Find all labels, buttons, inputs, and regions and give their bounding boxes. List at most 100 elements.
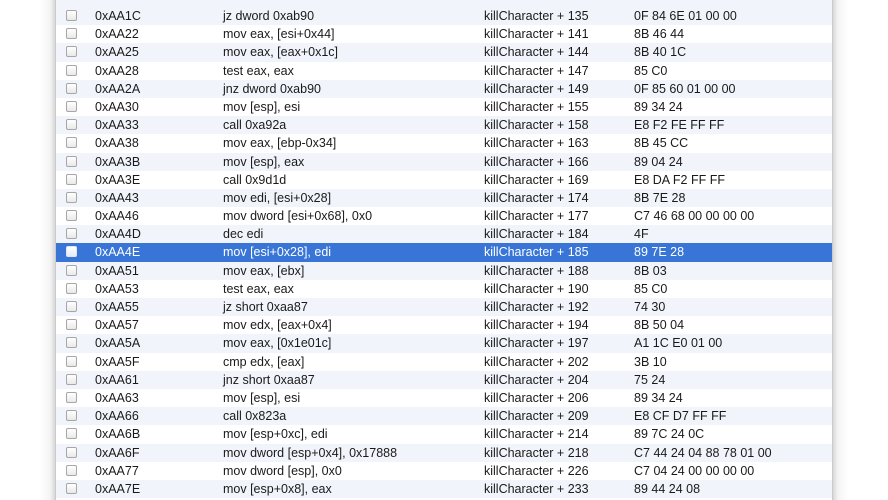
symbol-cell: killCharacter + 206	[484, 390, 589, 405]
breakpoint-checkbox[interactable]	[66, 246, 77, 258]
breakpoint-checkbox[interactable]	[66, 391, 77, 403]
symbol-cell: killCharacter + 218	[484, 445, 589, 460]
instruction-cell: mov [esp+0xc], edi	[223, 427, 328, 442]
instruction-cell: mov dword [esp+0x4], 0x17888	[223, 445, 398, 460]
table-row[interactable]: 0xAA28 test eax, eax killCharacter + 147 85…	[56, 61, 832, 80]
breakpoint-checkbox[interactable]	[66, 137, 77, 149]
breakpoint-checkbox[interactable]	[66, 373, 77, 385]
bytes-cell: 89 04 24	[634, 154, 683, 169]
address-cell: 0xAA46	[95, 209, 139, 224]
table-row[interactable]: 0xAA30 mov [esp], esi killCharacter + 155 8…	[56, 97, 832, 117]
table-row[interactable]: 0xAA6B mov [esp+0xc], edi killCharacter + …	[56, 425, 832, 444]
symbol-cell: killCharacter + 204	[484, 372, 589, 387]
instruction-cell: jz short 0xaa87	[223, 300, 308, 314]
breakpoint-checkbox[interactable]	[66, 228, 77, 240]
bytes-cell: C7 46 68 00 00 00 00	[634, 209, 755, 224]
table-row[interactable]: 0xAA57 mov edx, [eax+0x4] killCharacter + …	[56, 316, 832, 335]
table-row[interactable]: 0xAA66 call 0x823a killCharacter + 209 E8 C…	[56, 407, 832, 426]
symbol-cell: killCharacter + 197	[484, 336, 589, 351]
table-row[interactable]: 0xAA5A mov eax, [0x1e01c] killCharacter + …	[56, 334, 832, 353]
breakpoint-checkbox[interactable]	[66, 264, 77, 276]
address-cell: 0xAA30	[95, 99, 139, 114]
table-row[interactable]: 0xAA51 mov eax, [ebx] killCharacter + 188 8…	[56, 261, 832, 280]
address-cell: 0xAA5F	[95, 354, 140, 369]
address-cell: 0xAA6B	[95, 427, 141, 442]
table-row[interactable]: 0xAA7E mov [esp+0x8], eax killCharacter + …	[56, 479, 832, 499]
table-row[interactable]: 0xAA77 mov dword [esp], 0x0 killCharacter …	[56, 461, 832, 480]
breakpoint-checkbox[interactable]	[66, 100, 77, 112]
breakpoint-checkbox[interactable]	[66, 319, 77, 331]
instruction-cell: call 0x823a	[223, 409, 287, 424]
instruction-cell: mov dword [esi+0x68], 0x0	[223, 209, 373, 224]
address-cell: 0xAA22	[95, 27, 139, 42]
table-row[interactable]: 0xAA6F mov dword [esp+0x4], 0x17888 killCh…	[56, 443, 832, 462]
breakpoint-checkbox[interactable]	[66, 210, 77, 222]
table-row[interactable]: 0xAA38 mov eax, [ebp-0x34] killCharacter +…	[56, 134, 832, 153]
instruction-cell: call 0xa92a	[223, 118, 287, 133]
table-row[interactable]: 0xAA61 jnz short 0xaa87 killCharacter + 20…	[56, 370, 832, 389]
symbol-cell: killCharacter + 155	[484, 99, 589, 114]
table-row[interactable]: 0xAA46 mov dword [esi+0x68], 0x0 killChara…	[56, 207, 832, 226]
breakpoint-checkbox[interactable]	[66, 119, 77, 131]
breakpoint-checkbox[interactable]	[66, 282, 77, 294]
symbol-cell: killCharacter + 141	[484, 27, 589, 42]
address-cell: 0xAA33	[95, 118, 139, 133]
breakpoint-checkbox[interactable]	[66, 446, 77, 458]
breakpoint-checkbox[interactable]	[66, 10, 77, 21]
breakpoint-checkbox[interactable]	[66, 82, 77, 94]
disassembly-window: 0xAA1C jz dword 0xab90 killCharacter + 135…	[56, 0, 832, 500]
table-row[interactable]: 0xAA55 jz short 0xaa87 killCharacter + 192…	[56, 298, 832, 317]
bytes-cell: 89 44 24 08	[634, 481, 701, 496]
bytes-cell: 8B 46 44	[634, 27, 685, 42]
address-cell: 0xAA77	[95, 463, 139, 478]
breakpoint-checkbox[interactable]	[66, 64, 77, 76]
instruction-cell: mov [esp], esi	[223, 390, 301, 405]
breakpoint-checkbox[interactable]	[66, 28, 77, 40]
breakpoint-checkbox[interactable]	[66, 410, 77, 422]
table-row[interactable]: 0xAA43 mov edi, [esi+0x28] killCharacter +…	[56, 188, 832, 208]
instruction-cell: mov eax, [ebp-0x34]	[223, 136, 337, 151]
address-cell: 0xAA2A	[95, 81, 141, 96]
address-cell: 0xAA61	[95, 372, 139, 387]
breakpoint-checkbox[interactable]	[66, 301, 77, 312]
table-row[interactable]: 0xAA5F cmp edx, [eax] killCharacter + 202 3…	[56, 352, 832, 371]
breakpoint-checkbox[interactable]	[66, 155, 77, 167]
breakpoint-checkbox[interactable]	[66, 173, 77, 185]
breakpoint-checkbox[interactable]	[66, 428, 77, 440]
instruction-cell: mov [esi+0x28], edi	[223, 245, 332, 260]
address-cell: 0xAA57	[95, 318, 139, 333]
table-row[interactable]: 0xAA1C jz dword 0xab90 killCharacter + 135…	[56, 7, 832, 26]
bytes-cell: C7 04 24 00 00 00 00	[634, 463, 755, 478]
instruction-cell: mov [esp+0x8], eax	[223, 481, 332, 496]
table-row[interactable]: 0xAA63 mov [esp], esi killCharacter + 206 8…	[56, 388, 832, 408]
table-row[interactable]: 0xAA25 mov eax, [eax+0x1c] killCharacter +…	[56, 43, 832, 62]
breakpoint-checkbox[interactable]	[66, 337, 77, 349]
breakpoint-checkbox[interactable]	[66, 191, 77, 203]
table-row[interactable]: 0xAA2A jnz dword 0xab90 killCharacter + 14…	[56, 79, 832, 98]
address-cell: 0xAA3E	[95, 172, 141, 187]
instruction-cell: mov eax, [esi+0x44]	[223, 27, 335, 42]
table-row[interactable]: 0xAA53 test eax, eax killCharacter + 190 85…	[56, 279, 832, 298]
instruction-cell: mov edi, [esi+0x28]	[223, 190, 332, 205]
disassembly-table[interactable]: 0xAA1C jz dword 0xab90 killCharacter + 135…	[56, 7, 832, 499]
symbol-cell: killCharacter + 202	[484, 354, 589, 369]
bytes-cell: 8B 03	[634, 263, 667, 278]
instruction-cell: test eax, eax	[223, 63, 294, 78]
breakpoint-checkbox[interactable]	[66, 355, 77, 367]
table-row[interactable]: 0xAA3B mov [esp], eax killCharacter + 166 8…	[56, 152, 832, 171]
table-row[interactable]: 0xAA33 call 0xa92a killCharacter + 158 E8 F…	[56, 116, 832, 135]
table-row[interactable]: 0xAA22 mov eax, [esi+0x44] killCharacter +…	[56, 25, 832, 44]
instruction-cell: test eax, eax	[223, 281, 294, 296]
table-row-selected[interactable]: 0xAA4E mov [esi+0x28], edi killCharacter +…	[56, 243, 832, 262]
instruction-cell: mov eax, [eax+0x1c]	[223, 45, 338, 60]
table-row[interactable]: 0xAA4D dec edi killCharacter + 184 4F	[56, 225, 832, 244]
symbol-cell: killCharacter + 214	[484, 427, 589, 442]
address-cell: 0xAA55	[95, 300, 139, 314]
breakpoint-checkbox[interactable]	[66, 464, 77, 476]
breakpoint-checkbox[interactable]	[66, 46, 77, 58]
bytes-cell: C7 44 24 04 88 78 01 00	[634, 445, 772, 460]
breakpoint-checkbox[interactable]	[66, 482, 77, 494]
bytes-cell: 89 34 24	[634, 99, 683, 114]
symbol-cell: killCharacter + 184	[484, 227, 589, 242]
table-row[interactable]: 0xAA3E call 0x9d1d killCharacter + 169 E8 D…	[56, 170, 832, 189]
